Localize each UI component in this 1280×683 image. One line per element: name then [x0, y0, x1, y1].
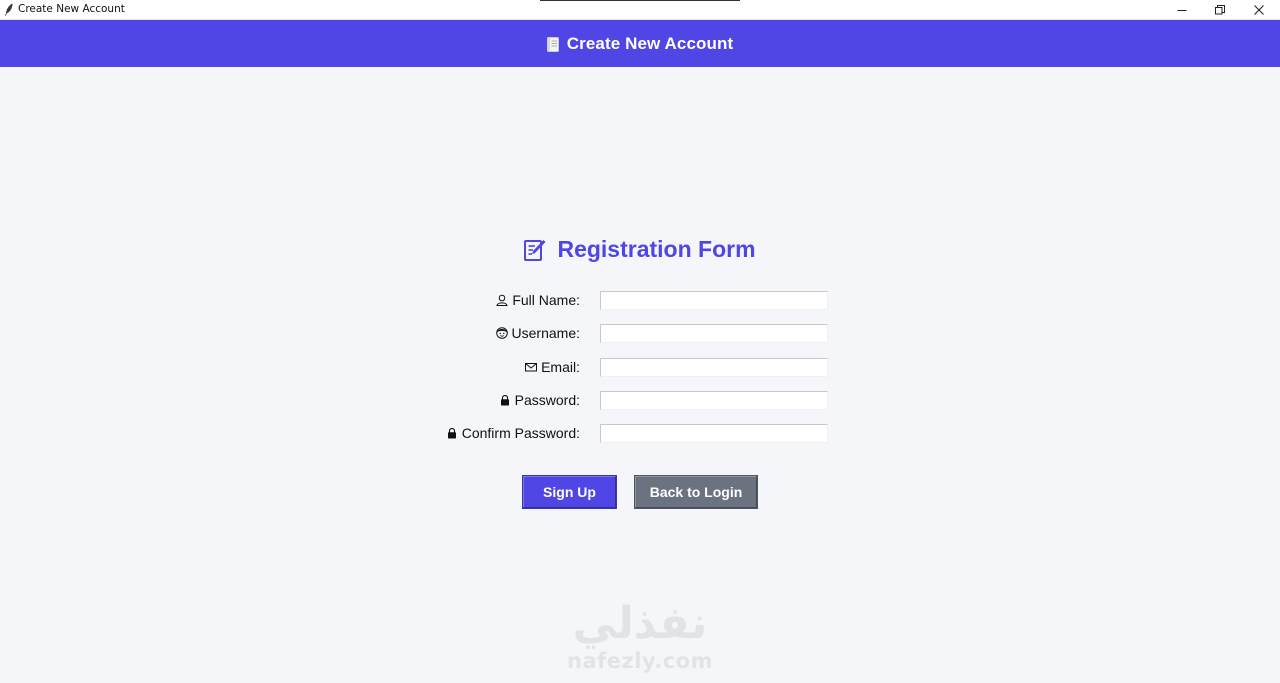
back-to-login-button[interactable]: Back to Login	[634, 475, 758, 509]
face-icon	[495, 327, 508, 339]
email-label-text: Email:	[541, 359, 580, 375]
header-banner: Create New Account	[0, 20, 1280, 67]
full-name-label: Full Name:	[496, 290, 580, 310]
username-input[interactable]	[600, 324, 828, 343]
restore-button[interactable]	[1201, 0, 1239, 19]
pencil-note-icon	[524, 239, 546, 261]
sign-up-button-label: Sign Up	[543, 484, 596, 500]
confirm-password-input[interactable]	[600, 424, 828, 443]
minimize-icon	[1177, 9, 1187, 11]
watermark-url: nafezly.com	[567, 649, 713, 673]
password-label-text: Password:	[514, 392, 580, 408]
sign-up-button[interactable]: Sign Up	[522, 475, 617, 509]
username-label-text: Username:	[511, 325, 580, 341]
minimize-button[interactable]	[1163, 0, 1201, 19]
form-title-row: Registration Form	[0, 236, 1280, 263]
back-to-login-button-label: Back to Login	[649, 484, 743, 500]
full-name-label-text: Full Name:	[512, 292, 580, 308]
email-label: Email:	[525, 357, 580, 377]
window-title: Create New Account	[18, 3, 125, 15]
feather-icon	[5, 3, 13, 16]
window-top-strip	[540, 0, 740, 1]
person-icon	[496, 294, 508, 306]
lock-icon	[447, 428, 456, 439]
envelope-icon	[525, 363, 538, 372]
watermark-arabic: نفذلي	[572, 598, 708, 649]
watermark: نفذلي nafezly.com	[540, 598, 740, 683]
email-input[interactable]	[600, 358, 828, 377]
close-icon	[1254, 4, 1264, 15]
password-input[interactable]	[600, 391, 828, 410]
confirm-password-label-text: Confirm Password:	[461, 425, 580, 441]
header-title: Create New Account	[566, 33, 734, 53]
username-label: Username:	[495, 323, 580, 343]
restore-icon	[1215, 4, 1225, 14]
lock-icon	[500, 395, 509, 406]
confirm-password-label: Confirm Password:	[446, 423, 580, 443]
notebook-icon	[546, 36, 559, 52]
form-title: Registration Form	[557, 236, 756, 262]
app-window: Create New Account Create New Account Re…	[0, 0, 1280, 683]
title-bar: Create New Account	[0, 0, 1280, 20]
close-button[interactable]	[1240, 0, 1278, 19]
full-name-input[interactable]	[600, 291, 828, 310]
password-label: Password:	[499, 390, 580, 410]
